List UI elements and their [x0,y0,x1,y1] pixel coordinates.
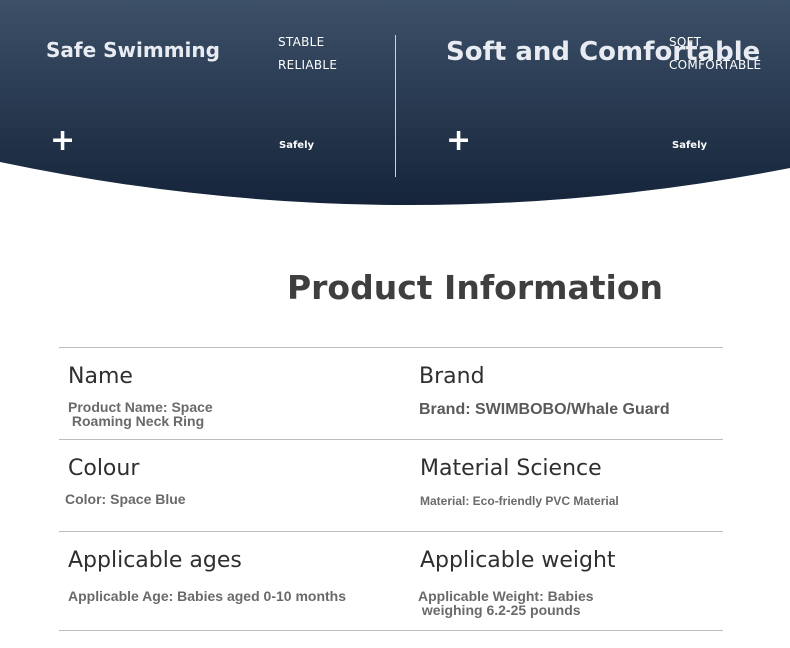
cell-label: Material Science [420,456,602,481]
cell-value: Material: Eco-friendly PVC Material [420,494,619,508]
cell-label: Applicable weight [420,548,616,573]
banner-left-plus-icon: + [50,123,76,158]
cell-value: Product Name: Space Roaming Neck Ring [68,399,213,429]
banner-divider [395,35,396,177]
table-row: Name Product Name: Space Roaming Neck Ri… [59,347,723,439]
cell-value: Brand: SWIMBOBO/Whale Guard [419,401,670,418]
cell-label: Name [68,364,133,389]
banner-right-line1: SOFT [669,35,702,49]
product-info-table: Name Product Name: Space Roaming Neck Ri… [59,347,723,631]
cell-label: Brand [419,364,485,389]
section-title: Product Information [286,268,664,307]
cell-label: Applicable ages [68,548,242,573]
banner-left-title: Safe Swimming [46,38,220,62]
banner-right-line2: COMFORTABLE [669,58,762,72]
cell-value: Applicable Weight: Babies weighing 6.2-2… [418,588,594,618]
banner-right-plus-icon: + [446,123,472,158]
cell-label: Colour [68,456,140,481]
cell-value: Color: Space Blue [65,491,186,507]
table-row: Colour Color: Space Blue Material Scienc… [59,439,723,531]
cell-value: Applicable Age: Babies aged 0-10 months [68,588,346,604]
table-row: Applicable ages Applicable Age: Babies a… [59,531,723,631]
banner-right-caption: Safely [672,140,708,151]
hero-banner: Safe Swimming STABLE RELIABLE + Safely S… [0,0,790,210]
banner-left-caption: Safely [279,140,315,151]
banner-left-line2: RELIABLE [278,58,338,72]
banner-left-line1: STABLE [278,35,325,49]
